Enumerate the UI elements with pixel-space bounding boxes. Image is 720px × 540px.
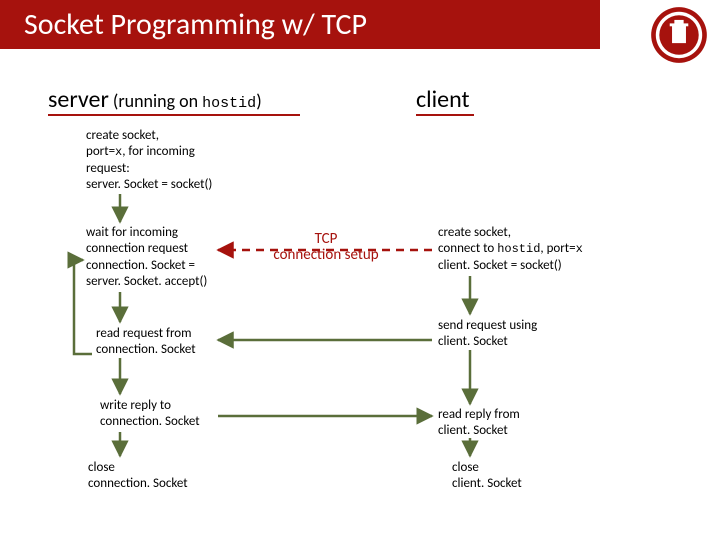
client-read-reply: read reply from client. Socket — [438, 407, 520, 440]
client-send-request: send request using client. Socket — [438, 318, 537, 351]
client-close: close client. Socket — [452, 460, 522, 493]
server-underline — [48, 114, 300, 116]
server-read-request: read request from connection. Socket — [96, 326, 196, 359]
cornell-logo — [650, 6, 708, 64]
tcp-connection-label: TCP connection setup — [236, 232, 416, 264]
server-write-reply: write reply to connection. Socket — [100, 398, 200, 431]
client-heading: client — [416, 85, 470, 114]
server-wait-accept: wait for incoming connection request con… — [86, 225, 207, 290]
server-heading-main: server — [48, 85, 109, 114]
server-create-socket: create socket, port=x, for incoming requ… — [86, 128, 212, 193]
client-create-socket: create socket, connect to hostid, port=x… — [438, 225, 583, 274]
slide-title: Socket Programming w/ TCP — [0, 0, 600, 49]
server-heading: server (running on hostid) — [48, 85, 262, 114]
server-close: close connection. Socket — [88, 460, 188, 493]
client-underline — [416, 114, 474, 116]
